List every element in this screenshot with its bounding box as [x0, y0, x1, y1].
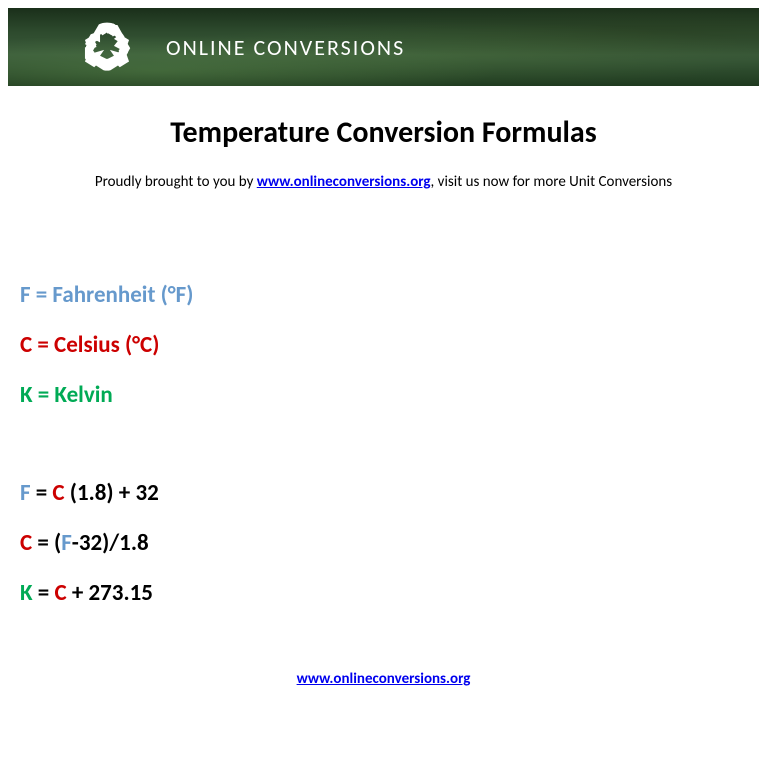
header-banner: ONLINE CONVERSIONS: [8, 8, 759, 86]
footer: www.onlineconversions.org: [8, 669, 759, 688]
c-eq: = (: [32, 529, 61, 557]
f-c-var: C: [52, 479, 64, 507]
f-rest: (1.8) + 32: [65, 479, 159, 507]
subtitle: Proudly brought to you by www.onlineconv…: [8, 173, 759, 191]
kelvin-formula: K = C + 273.15: [20, 579, 759, 607]
f-eq: =: [31, 479, 53, 507]
subtitle-link[interactable]: www.onlineconversions.org: [257, 173, 431, 191]
kelvin-definition: K = Kelvin: [20, 381, 759, 409]
recycle-icon: [78, 18, 136, 76]
footer-link[interactable]: www.onlineconversions.org: [297, 670, 471, 688]
f-var: F: [20, 479, 31, 507]
c-letter: C: [20, 331, 32, 359]
c-text: = Celsius (°C): [32, 331, 159, 359]
definitions-section: F = Fahrenheit (°F) C = Celsius (°C) K =…: [8, 281, 759, 409]
c-rest: -32)/1.8: [72, 529, 149, 557]
banner-title: ONLINE CONVERSIONS: [166, 34, 405, 61]
f-text: = Fahrenheit (°F): [31, 281, 194, 309]
k-text: = Kelvin: [33, 381, 113, 409]
fahrenheit-formula: F = C (1.8) + 32: [20, 479, 759, 507]
fahrenheit-definition: F = Fahrenheit (°F): [20, 281, 759, 309]
c-f-var: F: [61, 529, 72, 557]
celsius-formula: C = (F-32)/1.8: [20, 529, 759, 557]
k-letter: K: [20, 381, 33, 409]
celsius-definition: C = Celsius (°C): [20, 331, 759, 359]
formulas-section: F = C (1.8) + 32 C = (F-32)/1.8 K = C + …: [8, 479, 759, 607]
k-c-var: C: [54, 579, 66, 607]
page-title: Temperature Conversion Formulas: [8, 114, 759, 151]
k-var: K: [20, 579, 33, 607]
c-var: C: [20, 529, 32, 557]
subtitle-prefix: Proudly brought to you by: [95, 173, 257, 191]
f-letter: F: [20, 281, 31, 309]
k-rest: + 273.15: [67, 579, 153, 607]
k-eq: =: [33, 579, 55, 607]
subtitle-suffix: , visit us now for more Unit Conversions: [431, 173, 673, 191]
